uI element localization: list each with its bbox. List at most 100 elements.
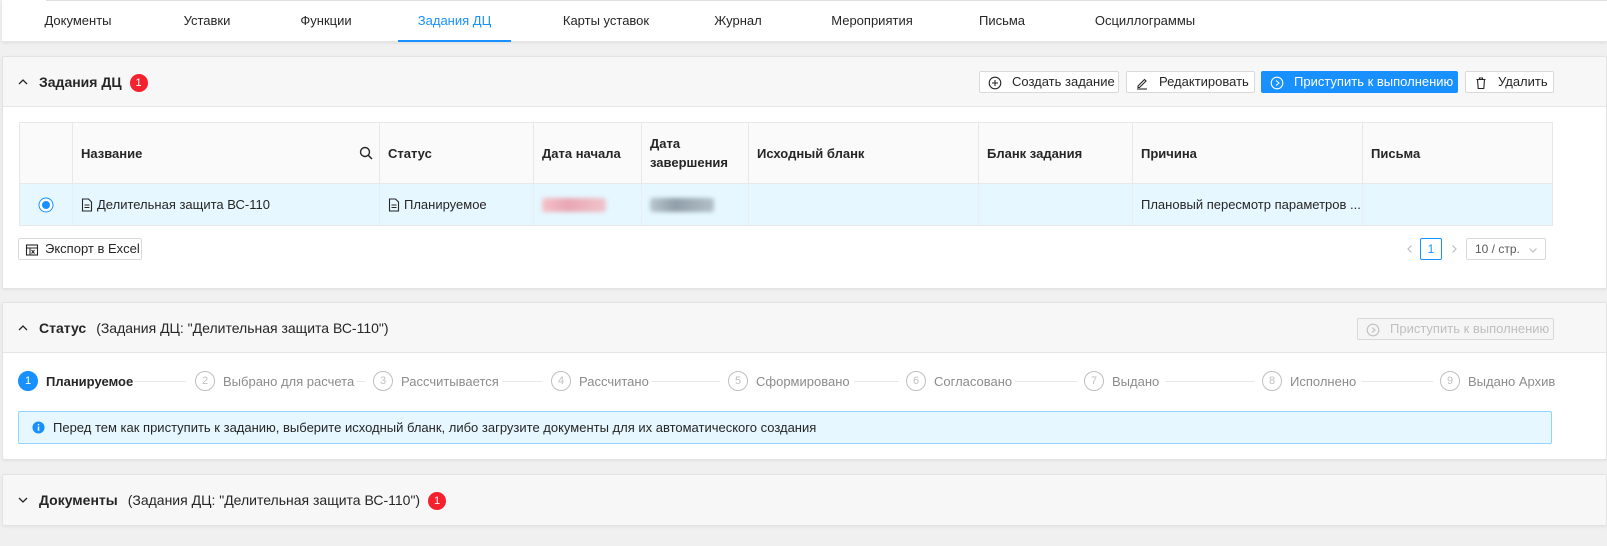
step-connector	[357, 381, 365, 382]
step-connector	[652, 381, 720, 382]
chevron-right-icon[interactable]	[1449, 244, 1459, 254]
th-name-label: Название	[81, 145, 143, 161]
delete-button[interactable]: Удалить	[1465, 71, 1554, 93]
tasks-title-text: Задания ДЦ	[39, 74, 122, 90]
tab-documents[interactable]: Документы	[36, 0, 120, 42]
tab-functions[interactable]: Функции	[289, 0, 363, 42]
th-task-form-label: Бланк задания	[987, 145, 1083, 161]
tab-setting-maps[interactable]: Карты уставок	[551, 0, 661, 42]
th-end-date-label: Дата завершения	[650, 134, 728, 172]
status-panel-header[interactable]: Статус (Задания ДЦ: "Делительная защита В…	[3, 303, 1606, 353]
step-connector	[134, 381, 186, 382]
row-status-cell: Планируемое	[380, 184, 534, 225]
edit-icon	[1137, 78, 1147, 90]
row-reason-cell: Плановый пересмотр параметров ...	[1133, 184, 1363, 225]
row-name-cell[interactable]: Делительная защита ВС-110	[73, 184, 380, 225]
edit-label: Редактировать	[1159, 74, 1249, 89]
tab-journal[interactable]: Журнал	[706, 0, 770, 42]
tasks-panel-title: Задания ДЦ 1	[39, 57, 148, 107]
step-selected-for-calculation: 2 Выбрано для расчета	[195, 370, 354, 392]
th-status: Статус	[380, 123, 534, 183]
th-name: Название	[73, 123, 380, 183]
tab-letters[interactable]: Письма	[969, 0, 1035, 42]
th-end-date-line1: Дата	[650, 136, 681, 151]
tasks-table: Название Статус Дата начала Дата завершен…	[19, 122, 1553, 226]
info-icon	[32, 421, 45, 434]
start-execution-button[interactable]: Приступить к выполнению	[1261, 71, 1458, 93]
status-subtitle-text: (Задания ДЦ: "Делительная защита ВС-110"…	[96, 320, 389, 336]
tab-dc-tasks[interactable]: Задания ДЦ	[398, 0, 511, 42]
table-row[interactable]: Делительная защита ВС-110 Планируемое Пл…	[20, 184, 1552, 226]
step-label: Рассчитывается	[401, 373, 499, 389]
chevron-up-icon[interactable]	[17, 76, 29, 88]
chevron-up-icon[interactable]	[17, 322, 29, 334]
start-execution-button-disabled[interactable]: Приступить к выполнению	[1357, 318, 1554, 340]
chevron-down-icon[interactable]	[17, 494, 29, 506]
redacted-end-date	[650, 197, 714, 212]
th-start-date: Дата начала	[534, 123, 642, 183]
tab-measures[interactable]: Мероприятия	[822, 0, 922, 42]
tasks-panel: Задания ДЦ 1 Создать задание Редактироват…	[2, 56, 1607, 289]
excel-icon	[25, 244, 39, 256]
row-radio-cell[interactable]	[20, 184, 73, 225]
step-planned: 1 Планируемое	[18, 370, 133, 392]
step-approved: 6 Согласовано	[906, 370, 1012, 392]
play-circle-icon	[1270, 76, 1284, 90]
page-size-select[interactable]: 10 / стр.	[1466, 238, 1546, 260]
th-task-form: Бланк задания	[979, 123, 1133, 183]
documents-panel: Документы (Задания ДЦ: "Делительная защит…	[2, 474, 1607, 526]
step-calculated: 4 Рассчитано	[551, 370, 649, 392]
step-executed: 8 Исполнено	[1262, 370, 1356, 392]
edit-button[interactable]: Редактировать	[1126, 71, 1255, 93]
th-reason-label: Причина	[1141, 145, 1197, 161]
radio-selected[interactable]	[38, 197, 54, 213]
th-select	[20, 123, 73, 183]
step-number: 1	[18, 371, 38, 391]
chevron-down-icon	[1529, 248, 1537, 253]
step-number: 3	[373, 371, 393, 391]
row-end-date-cell	[642, 184, 749, 225]
step-connector	[1015, 381, 1077, 382]
export-excel-label: Экспорт в Excel	[45, 241, 140, 256]
tasks-panel-header[interactable]: Задания ДЦ 1 Создать задание Редактироват…	[3, 57, 1606, 107]
status-title-text: Статус	[39, 320, 87, 336]
tasks-count-badge: 1	[129, 74, 148, 92]
step-label: Исполнено	[1290, 373, 1357, 389]
step-number: 5	[728, 371, 748, 391]
step-number: 9	[1440, 371, 1460, 391]
tab-settings[interactable]: Уставки	[170, 0, 244, 42]
start-execution-label: Приступить к выполнению	[1294, 74, 1454, 89]
step-formed: 5 Сформировано	[728, 370, 850, 392]
redacted-start-date	[542, 197, 606, 212]
step-calculating: 3 Рассчитывается	[373, 370, 499, 392]
step-number: 7	[1084, 371, 1104, 391]
row-task-form-cell	[979, 184, 1133, 225]
step-label: Выбрано для расчета	[223, 373, 355, 389]
page-1-button[interactable]: 1	[1420, 238, 1442, 260]
create-task-button[interactable]: Создать задание	[979, 71, 1119, 93]
step-label: Сформировано	[756, 373, 850, 389]
step-label: Планируемое	[46, 373, 134, 389]
page-size-value: 10 / стр.	[1475, 242, 1520, 256]
step-connector	[1165, 381, 1255, 382]
step-label: Рассчитано	[579, 373, 649, 389]
row-letters-cell	[1363, 184, 1554, 225]
export-excel-button[interactable]: Экспорт в Excel	[18, 238, 142, 260]
th-status-label: Статус	[388, 145, 432, 161]
row-status: Планируемое	[404, 197, 487, 212]
step-connector	[1361, 381, 1433, 382]
delete-label: Удалить	[1498, 74, 1548, 89]
th-end-date: Дата завершения	[642, 123, 749, 183]
documents-subtitle-text: (Задания ДЦ: "Делительная защита ВС-110"…	[127, 492, 421, 508]
tab-oscillograms[interactable]: Осциллограммы	[1085, 0, 1205, 42]
create-task-label: Создать задание	[1012, 74, 1115, 89]
documents-panel-header[interactable]: Документы (Задания ДЦ: "Делительная защит…	[3, 475, 1606, 525]
row-source-form-cell	[749, 184, 979, 225]
step-label: Выдано	[1112, 373, 1160, 389]
chevron-left-icon[interactable]	[1405, 244, 1415, 254]
th-source-form: Исходный бланк	[749, 123, 979, 183]
search-icon[interactable]	[359, 146, 373, 160]
step-label: Выдано Архив	[1468, 373, 1556, 389]
row-name: Делительная защита ВС-110	[97, 197, 270, 212]
th-letters: Письма	[1363, 123, 1554, 183]
